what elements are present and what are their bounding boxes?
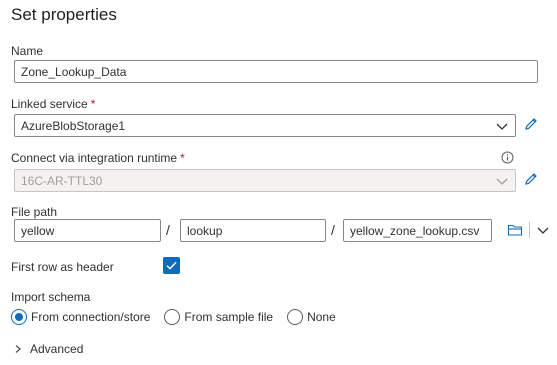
chevron-down-icon[interactable] — [536, 223, 550, 237]
chevron-down-icon — [496, 178, 508, 185]
required-mark: * — [180, 151, 185, 165]
name-label: Name — [11, 44, 44, 58]
integration-runtime-select[interactable]: 16C-AR-TTL30 — [14, 169, 516, 192]
radio-option-label: From sample file — [184, 310, 274, 324]
file-path-file-value: yellow_zone_lookup.csv — [350, 223, 480, 238]
file-path-container-value: yellow — [21, 223, 55, 238]
linked-service-value: AzureBlobStorage1 — [21, 118, 126, 133]
radio-option-label: None — [307, 310, 336, 324]
info-icon[interactable] — [501, 151, 514, 164]
radio-option-connection-store[interactable]: From connection/store — [11, 309, 150, 325]
path-separator: / — [166, 222, 170, 238]
name-input[interactable]: Zone_Lookup_Data — [14, 60, 538, 83]
panel-title: Set properties — [11, 5, 117, 24]
linked-service-label-text: Linked service — [11, 97, 88, 111]
required-mark: * — [90, 97, 96, 111]
file-path-container-input[interactable]: yellow — [14, 219, 161, 242]
advanced-expander[interactable]: Advanced — [13, 342, 83, 356]
radio-option-sample-file[interactable]: From sample file — [164, 309, 273, 325]
chevron-down-icon — [496, 123, 508, 130]
radio-button[interactable] — [164, 309, 181, 325]
integration-runtime-label-text: Connect via integration runtime — [11, 151, 178, 165]
radio-button[interactable] — [11, 309, 27, 325]
file-path-label: File path — [11, 205, 58, 219]
chevron-right-icon — [15, 345, 21, 353]
file-path-file-input[interactable]: yellow_zone_lookup.csv — [343, 219, 492, 242]
name-input-value: Zone_Lookup_Data — [21, 64, 127, 79]
file-path-directory-value: lookup — [187, 223, 223, 238]
advanced-label: Advanced — [30, 342, 84, 356]
first-row-header-checkbox[interactable] — [163, 257, 180, 274]
edit-pencil-icon[interactable] — [523, 171, 539, 187]
import-schema-radio-group: From connection/store From sample file N… — [11, 309, 350, 325]
radio-option-label: From connection/store — [31, 310, 151, 324]
file-path-directory-input[interactable]: lookup — [180, 219, 326, 242]
path-separator: / — [331, 222, 335, 238]
checkmark-icon — [166, 261, 177, 270]
integration-runtime-label: Connect via integration runtime * — [11, 151, 185, 165]
divider — [529, 222, 530, 238]
radio-button[interactable] — [287, 309, 304, 325]
edit-pencil-icon[interactable] — [523, 116, 539, 132]
folder-browse-icon[interactable] — [507, 222, 523, 238]
first-row-header-label: First row as header — [11, 260, 114, 274]
linked-service-label: Linked service * — [11, 97, 95, 111]
integration-runtime-value: 16C-AR-TTL30 — [21, 173, 103, 188]
linked-service-select[interactable]: AzureBlobStorage1 — [14, 114, 516, 137]
radio-option-none[interactable]: None — [287, 309, 336, 325]
import-schema-label: Import schema — [11, 290, 91, 304]
